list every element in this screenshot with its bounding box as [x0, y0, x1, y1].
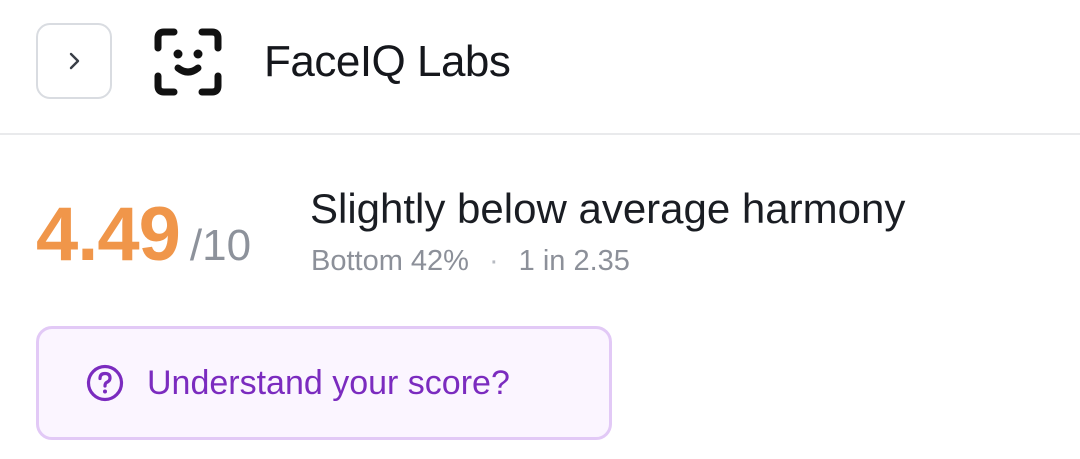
face-scan-icon — [154, 28, 222, 96]
ratio-text: 1 in 2.35 — [518, 245, 630, 277]
top-bar: FaceIQ Labs — [0, 0, 1080, 135]
score-display: 4.49/10 — [36, 190, 251, 301]
brand-name: FaceIQ Labs — [264, 37, 511, 86]
score-value: 4.49 — [36, 192, 181, 277]
percentile-text: Bottom 42% — [311, 245, 469, 277]
chevron-right-icon — [69, 52, 80, 70]
score-meta: Bottom 42% · 1 in 2.35 — [311, 243, 630, 279]
understand-score-label: Understand your score? — [147, 363, 510, 402]
score-max: /10 — [189, 221, 252, 270]
understand-score-button[interactable]: Understand your score? — [36, 326, 612, 440]
score-headline: Slightly below average harmony — [310, 185, 906, 232]
sidebar-toggle-button[interactable] — [36, 23, 112, 99]
meta-separator: · — [488, 245, 499, 277]
question-circle-icon — [86, 364, 124, 402]
